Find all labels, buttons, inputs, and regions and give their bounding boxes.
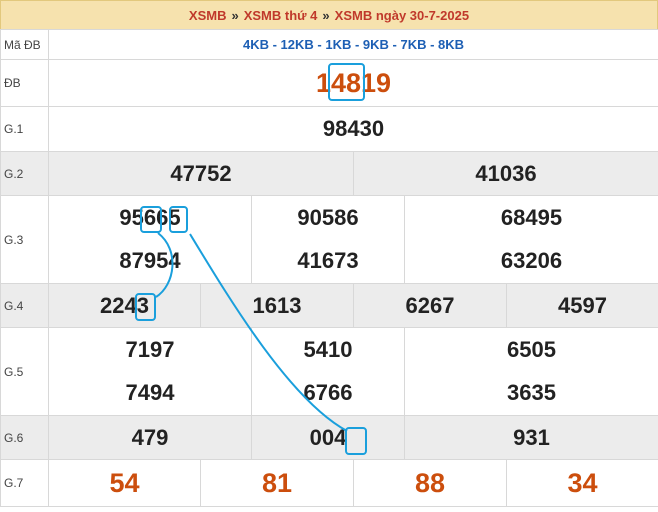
ma-db-value: 4KB - 12KB - 1KB - 9KB - 7KB - 8KB bbox=[47, 29, 658, 60]
breadcrumb-separator: » bbox=[231, 7, 239, 23]
prize-value: 88 bbox=[353, 459, 507, 507]
prize-value: 1613 bbox=[200, 283, 354, 328]
highlight-box bbox=[345, 427, 367, 455]
row-label: ĐB bbox=[0, 59, 49, 107]
row-label: G.7 bbox=[0, 459, 49, 507]
prize-value: 5410 bbox=[251, 327, 405, 372]
prize-value: 90586 bbox=[251, 195, 405, 240]
prize-value: 479 bbox=[48, 415, 252, 460]
highlight-box bbox=[328, 63, 365, 101]
prize-value: 98430 bbox=[47, 106, 658, 152]
prize-value: 68495 bbox=[403, 195, 658, 240]
row-g6: G.6 479 004 931 bbox=[0, 415, 658, 460]
breadcrumb-xsmb[interactable]: XSMB bbox=[189, 8, 227, 23]
row-g3b: 87954 41673 63206 bbox=[1, 239, 658, 284]
prize-value: 7494 bbox=[48, 371, 252, 416]
row-g5b: 7494 6766 3635 bbox=[1, 371, 658, 416]
prize-value: 41673 bbox=[251, 239, 405, 284]
prize-value: 3635 bbox=[403, 371, 658, 416]
prize-value: 004 bbox=[251, 415, 405, 460]
highlight-box bbox=[140, 206, 162, 233]
highlight-box bbox=[169, 206, 188, 233]
prize-value: 7197 bbox=[48, 327, 252, 372]
prize-value: 87954 bbox=[48, 239, 252, 284]
row-ma-db: Mã ĐB 4KB - 12KB - 1KB - 9KB - 7KB - 8KB bbox=[0, 29, 658, 60]
prize-value: 41036 bbox=[352, 151, 658, 196]
row-label: G.5 bbox=[0, 327, 49, 416]
prize-value: 54 bbox=[48, 459, 201, 507]
row-g3: G.3 95665 90586 68495 bbox=[0, 195, 658, 284]
row-label: G.1 bbox=[0, 106, 49, 152]
row-g4: G.4 2243 1613 6267 4597 bbox=[0, 283, 658, 328]
row-g2: G.2 47752 41036 bbox=[0, 151, 658, 196]
row-g1: G.1 98430 bbox=[0, 106, 658, 152]
row-label: G.2 bbox=[0, 151, 49, 196]
row-label: G.3 bbox=[0, 195, 49, 284]
prize-value: 81 bbox=[200, 459, 354, 507]
row-g7: G.7 54 81 88 34 bbox=[0, 459, 658, 507]
breadcrumb-separator: » bbox=[322, 7, 330, 23]
prize-value: 47752 bbox=[48, 151, 354, 196]
breadcrumb-xsmb-thu4[interactable]: XSMB thứ 4 bbox=[244, 8, 318, 23]
prize-value: 4597 bbox=[505, 283, 658, 328]
prize-value: 63206 bbox=[403, 239, 658, 284]
highlight-box bbox=[135, 293, 156, 321]
prize-value: 6766 bbox=[251, 371, 405, 416]
prize-value: 931 bbox=[403, 415, 658, 460]
row-label: G.6 bbox=[0, 415, 49, 460]
prize-value: 6505 bbox=[403, 327, 658, 372]
breadcrumb-current: XSMB ngày 30-7-2025 bbox=[334, 7, 470, 23]
row-g5: G.5 7197 5410 6505 bbox=[0, 327, 658, 416]
prize-value: 34 bbox=[505, 459, 658, 507]
results-table: Mã ĐB 4KB - 12KB - 1KB - 9KB - 7KB - 8KB… bbox=[0, 29, 658, 507]
row-label: G.4 bbox=[0, 283, 49, 328]
row-label: Mã ĐB bbox=[0, 29, 49, 60]
prize-value: 6267 bbox=[353, 283, 507, 328]
prize-value: 2243 bbox=[48, 283, 201, 328]
breadcrumb: XSMB » XSMB thứ 4 » XSMB ngày 30-7-2025 bbox=[0, 0, 658, 29]
